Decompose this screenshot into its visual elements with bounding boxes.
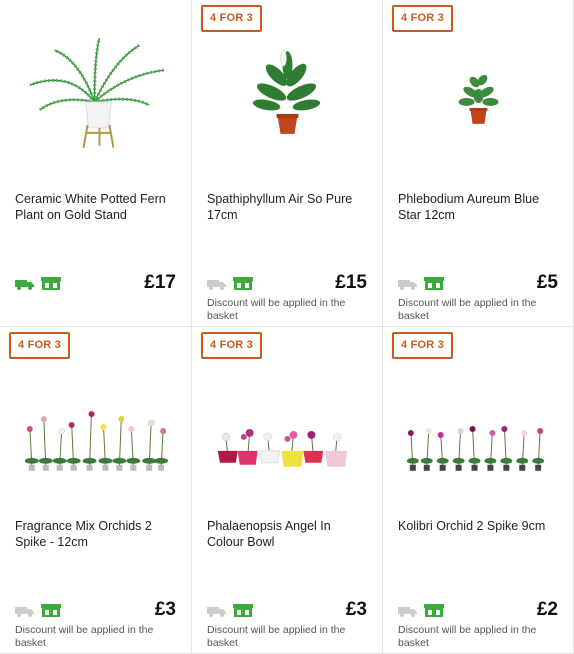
delivery-truck-icon [15, 604, 35, 622]
delivery-truck-icon [15, 277, 35, 295]
product-price: £17 [144, 272, 176, 293]
click-and-collect-store-icon [233, 604, 253, 622]
product-card[interactable]: 4 FOR 3 [0, 327, 192, 654]
offer-badge: 4 FOR 3 [201, 5, 262, 32]
product-name[interactable]: Kolibri Orchid 2 Spike 9cm [398, 518, 560, 534]
product-image[interactable] [192, 30, 382, 170]
product-price: £3 [154, 599, 176, 620]
product-grid: Ceramic White Potted Fern Plant on Gold … [0, 0, 574, 654]
product-image[interactable] [0, 357, 191, 497]
product-name[interactable]: Phlebodium Aureum Blue Star 12cm [398, 191, 560, 223]
product-image[interactable] [383, 357, 573, 497]
click-and-collect-store-icon [424, 277, 444, 295]
discount-note: Discount will be applied in the basket [15, 624, 154, 649]
product-card[interactable]: 4 FOR 3 [383, 327, 574, 654]
product-card[interactable]: 4 FOR 3 Phlebodium Aureum Blue Star 12cm [383, 0, 574, 327]
fulfilment-icons [207, 604, 253, 622]
product-image[interactable] [383, 30, 573, 170]
click-and-collect-store-icon [41, 604, 61, 622]
product-name[interactable]: Ceramic White Potted Fern Plant on Gold … [15, 191, 177, 223]
product-card[interactable]: Ceramic White Potted Fern Plant on Gold … [0, 0, 192, 327]
fulfilment-icons [15, 277, 61, 295]
discount-note: Discount will be applied in the basket [398, 624, 537, 649]
click-and-collect-store-icon [233, 277, 253, 295]
discount-note: Discount will be applied in the basket [398, 297, 537, 322]
product-image[interactable] [192, 357, 382, 497]
offer-badge: 4 FOR 3 [9, 332, 70, 359]
product-price: £2 [536, 599, 558, 620]
product-price: £3 [345, 599, 367, 620]
fulfilment-icons [15, 604, 61, 622]
product-name[interactable]: Spathiphyllum Air So Pure 17cm [207, 191, 369, 223]
delivery-truck-icon [207, 277, 227, 295]
product-name[interactable]: Fragrance Mix Orchids 2 Spike - 12cm [15, 518, 177, 550]
offer-badge: 4 FOR 3 [201, 332, 262, 359]
delivery-truck-icon [207, 604, 227, 622]
product-image[interactable] [0, 30, 191, 170]
click-and-collect-store-icon [424, 604, 444, 622]
offer-badge: 4 FOR 3 [392, 332, 453, 359]
discount-note: Discount will be applied in the basket [207, 297, 346, 322]
delivery-truck-icon [398, 604, 418, 622]
product-card[interactable]: 4 FOR 3 Spathiphyllum Air So Pure 17cm £… [192, 0, 383, 327]
product-price: £15 [335, 272, 367, 293]
product-price: £5 [536, 272, 558, 293]
fulfilment-icons [398, 604, 444, 622]
fulfilment-icons [207, 277, 253, 295]
product-name[interactable]: Phalaenopsis Angel In Colour Bowl [207, 518, 369, 550]
delivery-truck-icon [398, 277, 418, 295]
offer-badge: 4 FOR 3 [392, 5, 453, 32]
product-card[interactable]: 4 FOR 3 [192, 327, 383, 654]
click-and-collect-store-icon [41, 277, 61, 295]
fulfilment-icons [398, 277, 444, 295]
discount-note: Discount will be applied in the basket [207, 624, 346, 649]
